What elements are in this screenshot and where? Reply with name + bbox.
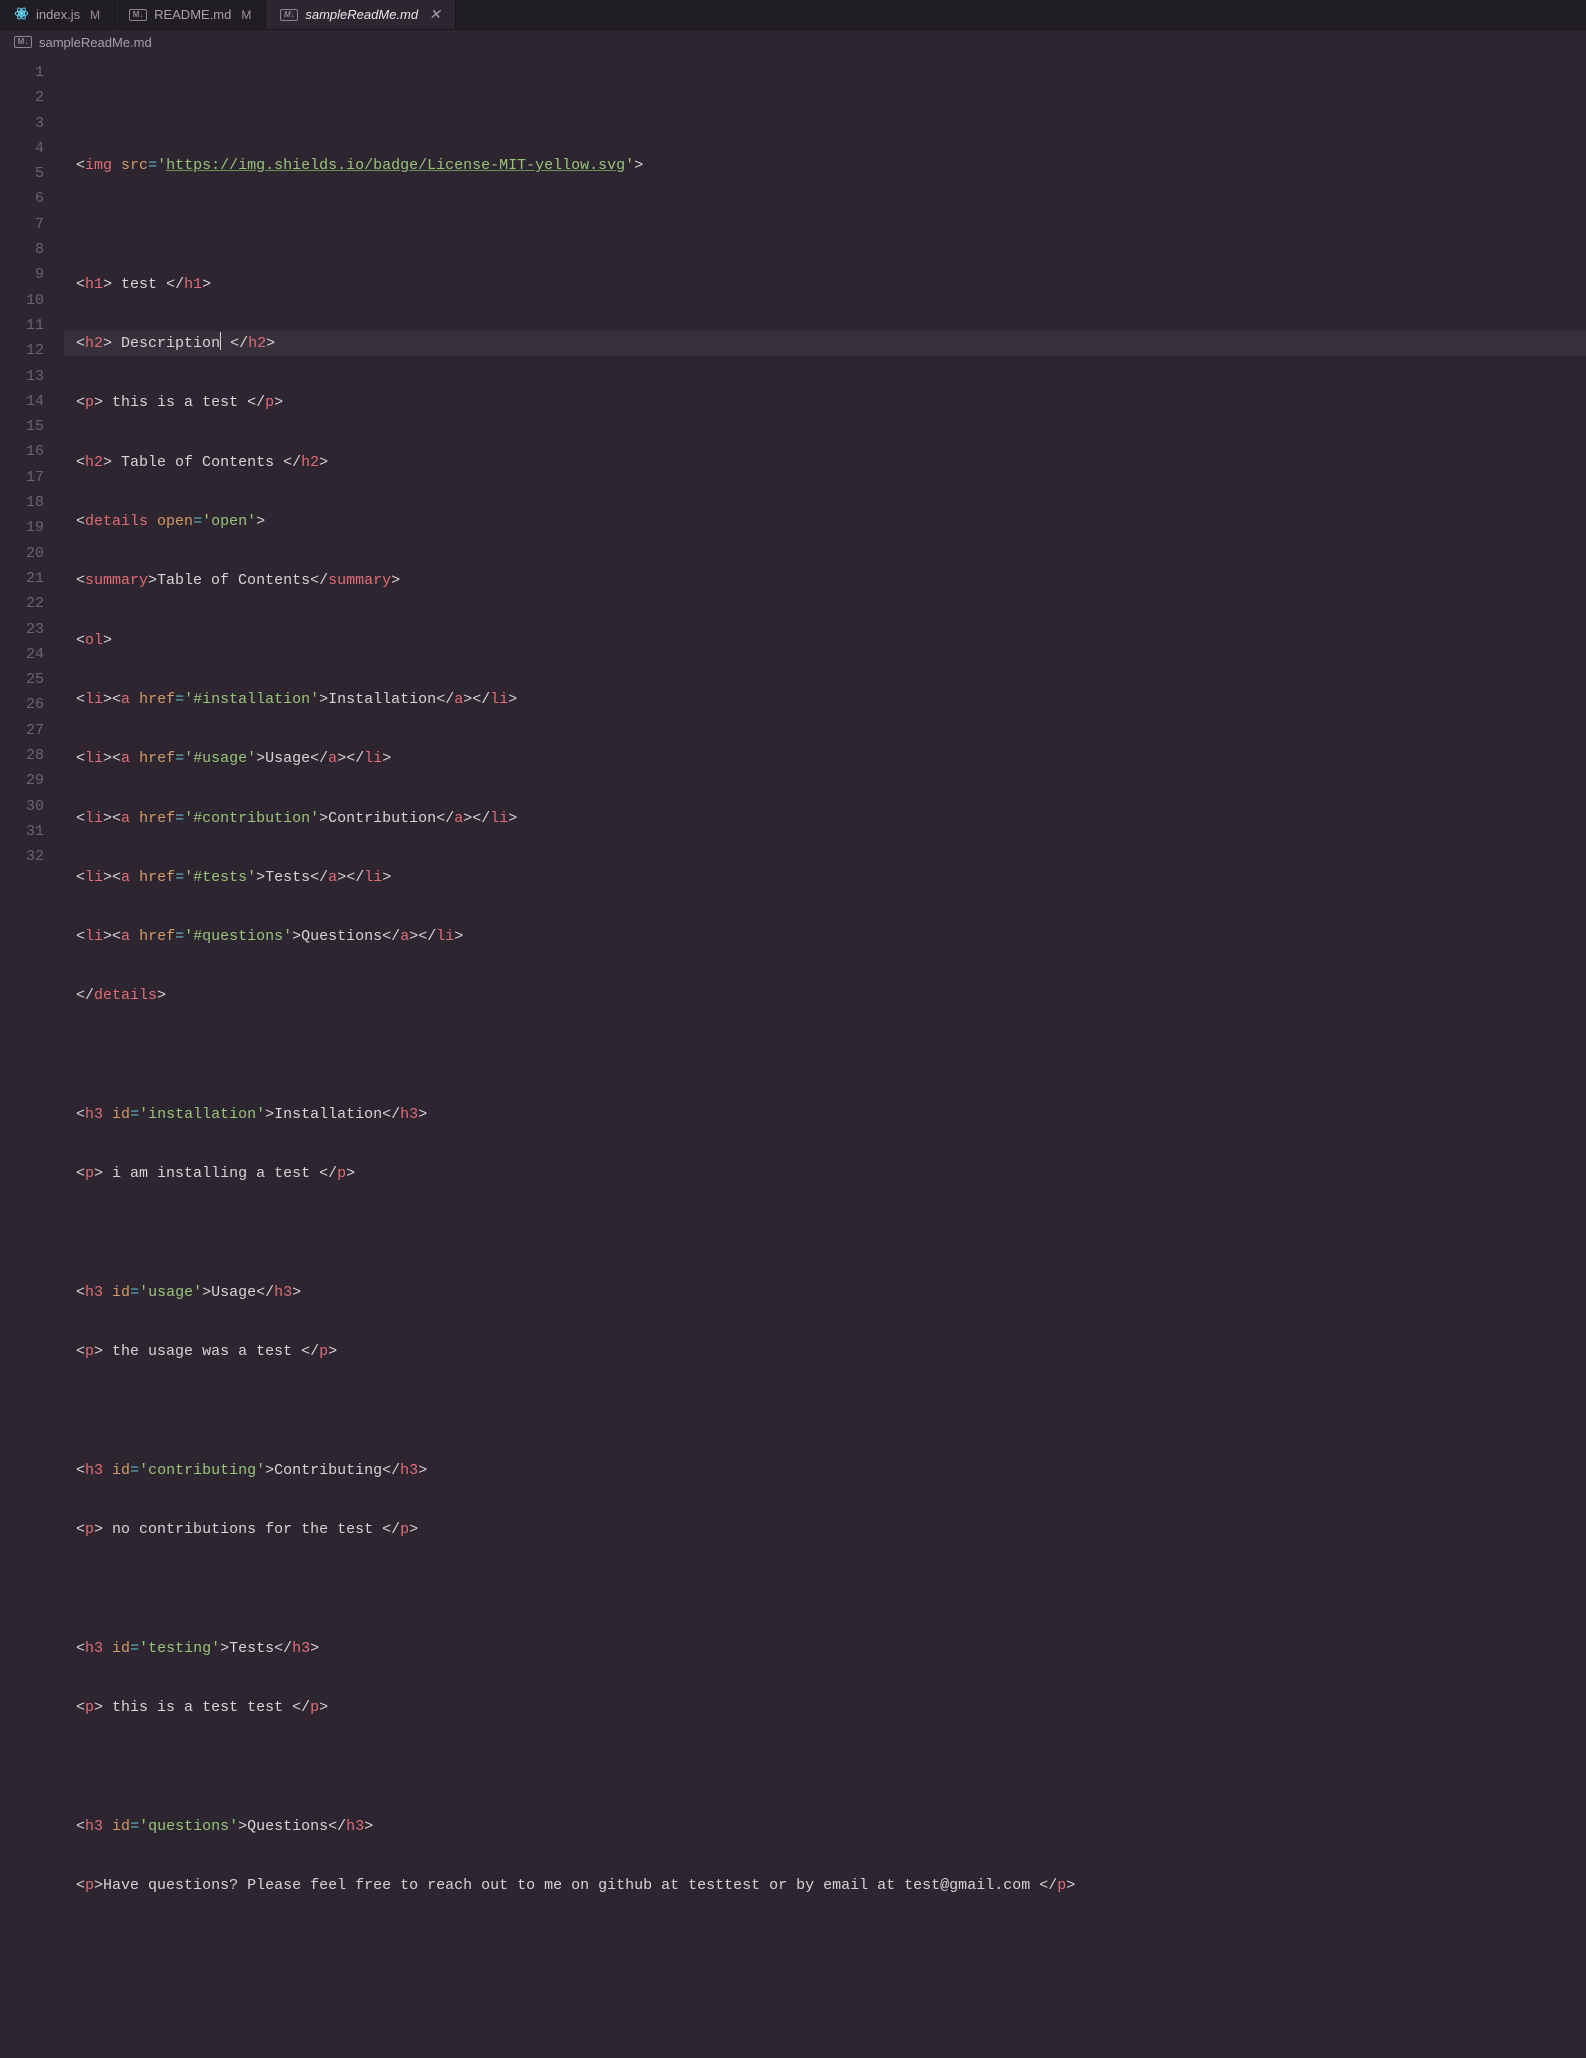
code-line[interactable]: <p> i am installing a test </p>: [64, 1161, 1586, 1186]
markdown-icon: M↓: [280, 9, 298, 21]
code-line[interactable]: <details open='open'>: [64, 509, 1586, 534]
line-number: 13: [0, 364, 44, 389]
code-line[interactable]: <h3 id='installation'>Installation</h3>: [64, 1102, 1586, 1127]
line-number: 4: [0, 136, 44, 161]
line-number-gutter: 1234567891011121314151617181920212223242…: [0, 60, 64, 1992]
code-line[interactable]: <li><a href='#usage'>Usage</a></li>: [64, 746, 1586, 771]
code-line[interactable]: <img src='https://img.shields.io/badge/L…: [64, 153, 1586, 178]
code-line[interactable]: <li><a href='#installation'>Installation…: [64, 687, 1586, 712]
tab-bar: index.js M M↓ README.md M M↓ sampleReadM…: [0, 0, 1586, 30]
markdown-icon: M↓: [14, 36, 32, 48]
code-line[interactable]: <h3 id='questions'>Questions</h3>: [64, 1814, 1586, 1839]
line-number: 29: [0, 768, 44, 793]
line-number: 2: [0, 85, 44, 110]
code-line[interactable]: <h3 id='usage'>Usage</h3>: [64, 1280, 1586, 1305]
markdown-icon: M↓: [129, 9, 147, 21]
code-line[interactable]: [64, 1932, 1586, 1957]
line-number: 21: [0, 566, 44, 591]
code-line[interactable]: <p> the usage was a test </p>: [64, 1339, 1586, 1364]
line-number: 18: [0, 490, 44, 515]
code-line[interactable]: <li><a href='#tests'>Tests</a></li>: [64, 865, 1586, 890]
modified-indicator: M: [90, 8, 100, 22]
code-line[interactable]: [64, 1221, 1586, 1246]
breadcrumb[interactable]: M↓ sampleReadMe.md: [0, 30, 1586, 54]
line-number: 24: [0, 642, 44, 667]
code-line[interactable]: [64, 1754, 1586, 1779]
line-number: 28: [0, 743, 44, 768]
tab-readme-md[interactable]: M↓ README.md M: [115, 0, 266, 29]
editor[interactable]: 1234567891011121314151617181920212223242…: [0, 54, 1586, 1992]
code-line[interactable]: [64, 213, 1586, 238]
code-line[interactable]: <summary>Table of Contents</summary>: [64, 568, 1586, 593]
line-number: 32: [0, 844, 44, 869]
modified-indicator: M: [241, 8, 251, 22]
breadcrumb-label: sampleReadMe.md: [39, 35, 152, 50]
close-icon[interactable]: ✕: [429, 6, 441, 23]
tab-label: README.md: [154, 7, 231, 22]
code-line[interactable]: <p>Have questions? Please feel free to r…: [64, 1873, 1586, 1898]
code-line[interactable]: <p> this is a test test </p>: [64, 1695, 1586, 1720]
line-number: 26: [0, 692, 44, 717]
tab-samplereadme-md[interactable]: M↓ sampleReadMe.md ✕: [266, 0, 455, 29]
react-icon: [14, 6, 29, 24]
line-number: 31: [0, 819, 44, 844]
code-area[interactable]: <img src='https://img.shields.io/badge/L…: [64, 60, 1586, 1992]
line-number: 1: [0, 60, 44, 85]
line-number: 30: [0, 794, 44, 819]
code-line[interactable]: <h2> Table of Contents </h2>: [64, 450, 1586, 475]
line-number: 19: [0, 515, 44, 540]
line-number: 15: [0, 414, 44, 439]
line-number: 10: [0, 288, 44, 313]
line-number: 17: [0, 465, 44, 490]
code-line[interactable]: <li><a href='#contribution'>Contribution…: [64, 806, 1586, 831]
code-line[interactable]: <li><a href='#questions'>Questions</a></…: [64, 924, 1586, 949]
line-number: 9: [0, 262, 44, 287]
line-number: 5: [0, 161, 44, 186]
line-number: 27: [0, 718, 44, 743]
line-number: 6: [0, 186, 44, 211]
line-number: 23: [0, 617, 44, 642]
code-line[interactable]: <h3 id='contributing'>Contributing</h3>: [64, 1458, 1586, 1483]
line-number: 11: [0, 313, 44, 338]
line-number: 22: [0, 591, 44, 616]
code-line[interactable]: <h1> test </h1>: [64, 272, 1586, 297]
code-line[interactable]: <p> this is a test </p>: [64, 390, 1586, 415]
line-number: 8: [0, 237, 44, 262]
line-number: 7: [0, 212, 44, 237]
code-line[interactable]: <p> no contributions for the test </p>: [64, 1517, 1586, 1542]
tab-label: index.js: [36, 7, 80, 22]
code-line[interactable]: <h3 id='testing'>Tests</h3>: [64, 1636, 1586, 1661]
line-number: 25: [0, 667, 44, 692]
line-number: 16: [0, 439, 44, 464]
code-line[interactable]: <ol>: [64, 628, 1586, 653]
line-number: 12: [0, 338, 44, 363]
tab-label: sampleReadMe.md: [305, 7, 418, 22]
code-line[interactable]: </details>: [64, 983, 1586, 1008]
line-number: 14: [0, 389, 44, 414]
line-number: 20: [0, 541, 44, 566]
tab-index-js[interactable]: index.js M: [0, 0, 115, 29]
code-line[interactable]: [64, 1043, 1586, 1068]
line-number: 3: [0, 111, 44, 136]
code-line[interactable]: [64, 1399, 1586, 1424]
code-line[interactable]: [64, 1576, 1586, 1601]
code-line[interactable]: [64, 94, 1586, 119]
code-line-active[interactable]: <h2> Description </h2>: [64, 331, 1586, 356]
